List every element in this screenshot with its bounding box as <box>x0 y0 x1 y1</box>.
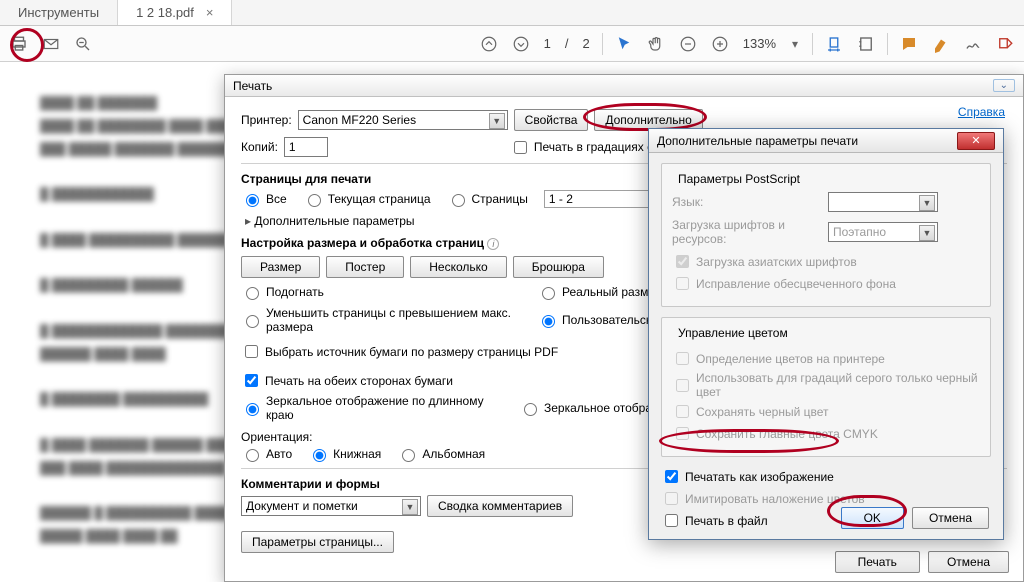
duplex-checkbox[interactable]: Печать на обеих сторонах бумаги <box>241 371 453 390</box>
print-icon[interactable] <box>10 35 28 53</box>
fit-width-icon[interactable] <box>825 35 843 53</box>
page-sep: / <box>565 36 569 51</box>
booklet-tab-button[interactable]: Брошюра <box>513 256 604 278</box>
printer-label: Принтер: <box>241 113 292 127</box>
cursor-icon[interactable] <box>615 35 633 53</box>
page-total: 2 <box>583 36 590 51</box>
duplex-long-radio[interactable]: Зеркальное отображение по длинному краю <box>241 394 503 422</box>
orient-portrait-radio[interactable]: Книжная <box>308 446 381 462</box>
copies-label: Копий: <box>241 140 278 154</box>
zoom-minus-icon[interactable] <box>679 35 697 53</box>
print-as-image-checkbox[interactable]: Печатать как изображение <box>661 467 991 486</box>
scale-actual-radio[interactable]: Реальный размер <box>537 284 662 300</box>
comments-select[interactable]: Документ и пометки <box>241 496 421 516</box>
color-printer-checkbox: Определение цветов на принтере <box>672 349 980 368</box>
sign-icon[interactable] <box>964 35 982 53</box>
main-toolbar: 1 / 2 133% ▾ <box>0 26 1024 62</box>
info-icon[interactable]: i <box>487 238 499 250</box>
print-dialog-title: Печать <box>233 79 272 93</box>
page-up-icon[interactable] <box>480 35 498 53</box>
poster-tab-button[interactable]: Постер <box>326 256 404 278</box>
page-setup-button[interactable]: Параметры страницы... <box>241 531 394 553</box>
orient-landscape-radio[interactable]: Альбомная <box>397 446 485 462</box>
pages-all-radio[interactable]: Все <box>241 191 287 207</box>
chevron-down-icon[interactable]: ▾ <box>790 35 800 53</box>
comments-summary-button[interactable]: Сводка комментариев <box>427 495 573 517</box>
page-current[interactable]: 1 <box>544 36 551 51</box>
page-down-icon[interactable] <box>512 35 530 53</box>
bg-fix-checkbox: Исправление обесцвеченного фона <box>672 274 980 293</box>
printer-select[interactable]: Canon MF220 Series <box>298 110 508 130</box>
help-link[interactable]: Справка <box>958 105 1005 119</box>
color-blackonly-checkbox: Использовать для градаций серого только … <box>672 371 980 399</box>
font-load-select: Поэтапно <box>828 222 938 242</box>
color-group-title: Управление цветом <box>674 326 792 340</box>
fit-page-icon[interactable] <box>857 35 875 53</box>
properties-button[interactable]: Свойства <box>514 109 589 131</box>
copies-input[interactable] <box>284 137 328 157</box>
zoom-out-icon[interactable] <box>74 35 92 53</box>
orient-auto-radio[interactable]: Авто <box>241 446 292 462</box>
multiple-tab-button[interactable]: Несколько <box>410 256 506 278</box>
close-icon[interactable]: × <box>206 5 214 20</box>
mail-icon[interactable] <box>42 35 60 53</box>
paper-source-checkbox[interactable]: Выбрать источник бумаги по размеру стран… <box>241 342 558 361</box>
stamp-icon[interactable] <box>996 35 1014 53</box>
scale-fit-radio[interactable]: Подогнать <box>241 284 521 300</box>
size-tab-button[interactable]: Размер <box>241 256 320 278</box>
print-dialog-titlebar: Печать ⌄ <box>225 75 1023 97</box>
advanced-dialog-title: Дополнительные параметры печати <box>657 134 858 148</box>
color-preserveblack-checkbox: Сохранять черный цвет <box>672 402 980 421</box>
tab-document[interactable]: 1 2 18.pdf× <box>118 0 232 25</box>
ps-lang-select <box>828 192 938 212</box>
font-load-label: Загрузка шрифтов и ресурсов: <box>672 218 822 246</box>
advanced-cancel-button[interactable]: Отмена <box>912 507 989 529</box>
highlight-icon[interactable] <box>932 35 950 53</box>
close-button[interactable]: ✕ <box>957 132 995 150</box>
zoom-value[interactable]: 133% <box>743 36 776 51</box>
pages-current-radio[interactable]: Текущая страница <box>303 191 431 207</box>
asian-fonts-checkbox: Загрузка азиатских шрифтов <box>672 252 980 271</box>
color-cmyk-checkbox: Сохранить главные цвета CMYK <box>672 424 980 443</box>
print-cancel-button[interactable]: Отмена <box>928 551 1009 573</box>
advanced-dialog-titlebar: Дополнительные параметры печати ✕ <box>649 129 1003 153</box>
tab-bar: Инструменты 1 2 18.pdf× <box>0 0 1024 26</box>
ps-lang-label: Язык: <box>672 195 822 209</box>
scale-shrink-radio[interactable]: Уменьшить страницы с превышением макс. р… <box>241 306 521 334</box>
advanced-ok-button[interactable]: OK <box>841 507 904 529</box>
overprint-checkbox: Имитировать наложение цветов <box>661 489 991 508</box>
hand-icon[interactable] <box>647 35 665 53</box>
advanced-print-dialog: Дополнительные параметры печати ✕ Параме… <box>648 128 1004 540</box>
print-ok-button[interactable]: Печать <box>835 551 920 573</box>
tab-tools[interactable]: Инструменты <box>0 0 118 25</box>
postscript-group-title: Параметры PostScript <box>674 172 804 186</box>
zoom-plus-icon[interactable] <box>711 35 729 53</box>
note-icon[interactable] <box>900 35 918 53</box>
pages-range-radio[interactable]: Страницы <box>447 191 528 207</box>
collapse-icon[interactable]: ⌄ <box>993 79 1015 92</box>
